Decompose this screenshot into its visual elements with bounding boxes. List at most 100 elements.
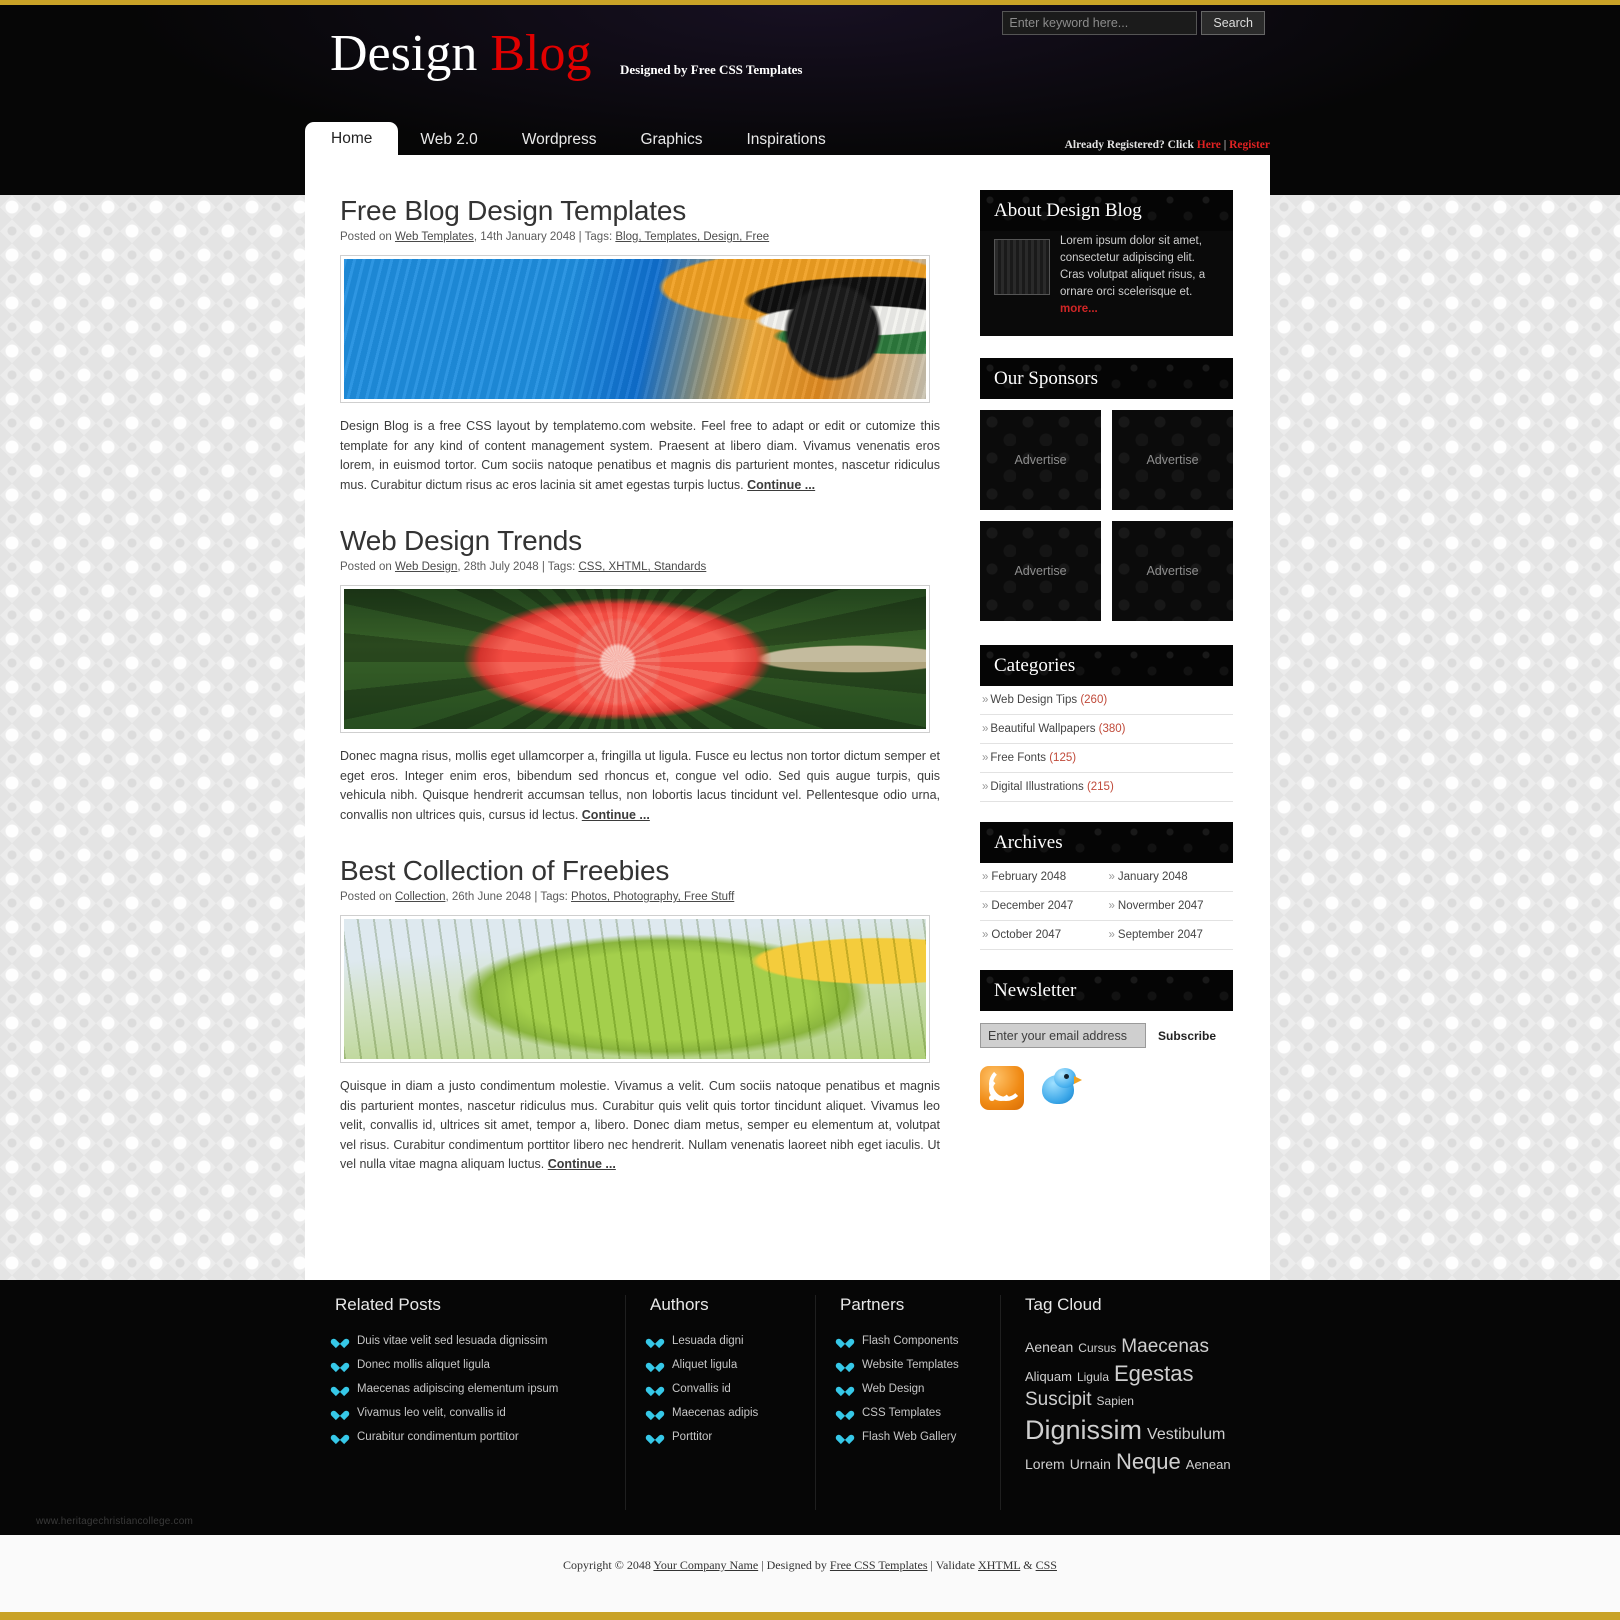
post-thumbnail[interactable]: [340, 915, 930, 1063]
post-item: Best Collection of Freebies Posted on Co…: [340, 855, 940, 1175]
archive-item[interactable]: » January 2048: [1106, 863, 1233, 892]
nav-item-inspirations[interactable]: Inspirations: [725, 124, 848, 155]
search-input[interactable]: [1002, 11, 1198, 35]
post-title[interactable]: Free Blog Design Templates: [340, 195, 940, 227]
footer-list-item[interactable]: Flash Web Gallery: [840, 1431, 978, 1443]
search-button[interactable]: Search: [1201, 11, 1265, 35]
designer-link[interactable]: Free CSS Templates: [830, 1558, 928, 1572]
footer-list-item[interactable]: Maecenas adipis: [650, 1407, 793, 1419]
flower-photo-icon: [344, 589, 926, 729]
register-link[interactable]: Register: [1229, 139, 1270, 151]
post-thumbnail[interactable]: [340, 585, 930, 733]
site-logo[interactable]: Design Blog: [330, 28, 591, 80]
footer-list-item[interactable]: Lesuada digni: [650, 1335, 793, 1347]
advertise-slot[interactable]: Advertise: [1112, 410, 1233, 510]
register-here-link[interactable]: Here: [1197, 139, 1221, 151]
archives-heading: Archives: [980, 822, 1233, 863]
tag-item[interactable]: Egestas: [1114, 1360, 1194, 1389]
main-navigation: Home Web 2.0 Wordpress Graphics Inspirat…: [305, 120, 1270, 155]
category-count: (380): [1098, 723, 1126, 735]
category-item[interactable]: » Web Design Tips (260): [980, 686, 1233, 715]
category-item[interactable]: » Beautiful Wallpapers (380): [980, 715, 1233, 744]
post-tags-link[interactable]: Photos, Photography, Free Stuff: [571, 891, 734, 903]
footer-item-label: CSS Templates: [862, 1407, 942, 1419]
site-tagline: Designed by Free CSS Templates: [620, 62, 803, 77]
archive-item[interactable]: » Novermber 2047: [1106, 892, 1233, 921]
archives-list: » February 2048 » January 2048 » December 2…: [980, 863, 1233, 950]
footer-list-item[interactable]: Flash Components: [840, 1335, 978, 1347]
xhtml-link[interactable]: XHTML: [978, 1558, 1020, 1572]
twitter-bird-icon[interactable]: [1038, 1066, 1082, 1110]
register-prefix: Already Registered? Click: [1064, 139, 1197, 151]
footer-item-label: Convallis id: [672, 1383, 731, 1395]
footer-column-title: Tag Cloud: [1025, 1295, 1102, 1314]
tag-item[interactable]: Ligula: [1077, 1370, 1109, 1386]
category-item[interactable]: » Digital Illustrations (215): [980, 773, 1233, 802]
continue-link[interactable]: Continue ...: [582, 808, 650, 822]
tag-item[interactable]: Sapien: [1097, 1394, 1134, 1410]
footer-list-item[interactable]: Web Design: [840, 1383, 978, 1395]
rss-icon[interactable]: [980, 1066, 1024, 1110]
categories-list: » Web Design Tips (260) » Beautiful Wallpa…: [980, 686, 1233, 802]
continue-link[interactable]: Continue ...: [548, 1157, 616, 1171]
about-avatar: [994, 239, 1050, 295]
post-tags-link[interactable]: Blog, Templates, Design, Free: [615, 231, 769, 243]
advertise-slot[interactable]: Advertise: [980, 410, 1101, 510]
watermark: www.heritagechristiancollege.com: [36, 1516, 194, 1527]
footer-list-item[interactable]: Duis vitae velit sed lesuada dignissim: [335, 1335, 603, 1347]
post-date: , 14th January 2048 | Tags:: [473, 231, 616, 243]
tag-item[interactable]: Aliquam: [1025, 1369, 1072, 1386]
footer-list-item[interactable]: Convallis id: [650, 1383, 793, 1395]
post-category-link[interactable]: Collection: [395, 891, 446, 903]
post-thumbnail[interactable]: [340, 255, 930, 403]
post-title[interactable]: Best Collection of Freebies: [340, 855, 940, 887]
footer-item-label: Flash Web Gallery: [862, 1431, 957, 1443]
tag-item[interactable]: Maecenas: [1121, 1335, 1209, 1360]
archive-label: Novermber 2047: [1117, 900, 1204, 912]
advertise-slot[interactable]: Advertise: [980, 521, 1101, 621]
archive-item[interactable]: » October 2047: [980, 921, 1107, 950]
company-link[interactable]: Your Company Name: [653, 1558, 758, 1572]
footer-list-item[interactable]: Curabitur condimentum porttitor: [335, 1431, 603, 1443]
post-title[interactable]: Web Design Trends: [340, 525, 940, 557]
footer-list-item[interactable]: Maecenas adipiscing elementum ipsum: [335, 1383, 603, 1395]
tag-item[interactable]: Vestibulum: [1147, 1425, 1225, 1446]
nav-item-web20[interactable]: Web 2.0: [398, 124, 499, 155]
advertise-slot[interactable]: Advertise: [1112, 521, 1233, 621]
newsletter-heading-label: Newsletter: [994, 979, 1077, 1001]
subscribe-button[interactable]: Subscribe: [1158, 1029, 1216, 1043]
search-form[interactable]: Search: [1002, 11, 1265, 35]
nav-item-wordpress[interactable]: Wordpress: [500, 124, 619, 155]
newsletter-email-input[interactable]: [980, 1023, 1146, 1048]
footer-list-item[interactable]: Donec mollis aliquet ligula: [335, 1359, 603, 1371]
content-panel: Free Blog Design Templates Posted on Web…: [305, 155, 1270, 1280]
tag-item[interactable]: Dignissim: [1025, 1413, 1142, 1448]
css-link[interactable]: CSS: [1036, 1558, 1057, 1572]
post-category-link[interactable]: Web Design: [395, 561, 457, 573]
category-item[interactable]: » Free Fonts (125): [980, 744, 1233, 773]
footer-list-item[interactable]: Porttitor: [650, 1431, 793, 1443]
tag-item[interactable]: Neque: [1116, 1448, 1181, 1477]
footer-list-item[interactable]: CSS Templates: [840, 1407, 978, 1419]
footer-item-label: Website Templates: [862, 1359, 959, 1371]
tag-item[interactable]: Lorem: [1025, 1455, 1065, 1473]
continue-link[interactable]: Continue ...: [747, 478, 815, 492]
archive-item[interactable]: » December 2047: [980, 892, 1107, 921]
footer-list-item[interactable]: Vivamus leo velit, convallis id: [335, 1407, 603, 1419]
tag-item[interactable]: Aenean: [1186, 1457, 1231, 1474]
footer-list-item[interactable]: Aliquet ligula: [650, 1359, 793, 1371]
tag-item[interactable]: Suscipit: [1025, 1388, 1092, 1413]
about-more-link[interactable]: more...: [1060, 303, 1098, 315]
post-meta-prefix: Posted on: [340, 561, 395, 573]
tag-item[interactable]: Urnain: [1070, 1455, 1111, 1473]
tag-item[interactable]: Cursus: [1078, 1341, 1116, 1357]
archive-item[interactable]: » February 2048: [980, 863, 1107, 892]
footer-list-item[interactable]: Website Templates: [840, 1359, 978, 1371]
nav-item-graphics[interactable]: Graphics: [618, 124, 724, 155]
post-tags-link[interactable]: CSS, XHTML, Standards: [578, 561, 706, 573]
archive-item[interactable]: » September 2047: [1106, 921, 1233, 950]
nav-item-home[interactable]: Home: [305, 122, 399, 155]
post-category-link[interactable]: Web Templates: [395, 231, 474, 243]
tag-item[interactable]: Aenean: [1025, 1338, 1073, 1356]
archives-box: Archives » February 2048 » January 2048 » D…: [980, 822, 1233, 950]
